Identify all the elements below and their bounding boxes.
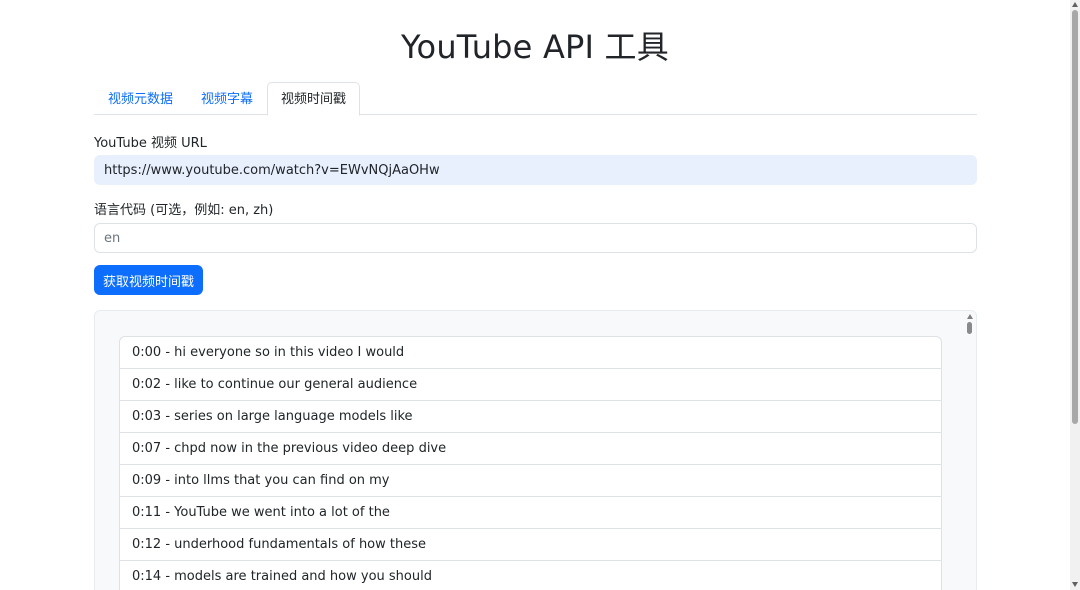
list-item: 0:11 - YouTube we went into a lot of the — [120, 497, 941, 529]
tab-video-timestamps[interactable]: 视频时间戳 — [267, 82, 361, 116]
page-scrollbar[interactable] — [1070, 0, 1080, 590]
list-item: 0:03 - series on large language models l… — [120, 401, 941, 433]
results-panel: 0:00 - hi everyone so in this video I wo… — [94, 310, 977, 590]
tab-bar: 视频元数据 视频字幕 视频时间戳 — [94, 82, 977, 116]
get-timestamps-button[interactable]: 获取视频时间戳 — [94, 265, 203, 295]
list-item: 0:14 - models are trained and how you sh… — [120, 561, 941, 590]
list-item: 0:00 - hi everyone so in this video I wo… — [120, 337, 941, 369]
scroll-down-arrow-icon[interactable] — [1072, 582, 1078, 587]
url-input[interactable] — [94, 155, 977, 185]
list-item: 0:09 - into llms that you can find on my — [120, 465, 941, 497]
list-item: 0:07 - chpd now in the previous video de… — [120, 433, 941, 465]
page: YouTube API 工具 视频元数据 视频字幕 视频时间戳 YouTube … — [0, 0, 1080, 590]
results-scrollbar[interactable] — [964, 311, 976, 590]
page-title: YouTube API 工具 — [401, 28, 669, 66]
scroll-up-arrow-icon[interactable] — [1072, 2, 1078, 7]
language-label: 语言代码 (可选，例如: en, zh) — [94, 203, 274, 218]
page-scrollbar-thumb[interactable] — [1072, 10, 1078, 424]
tab-video-metadata[interactable]: 视频元数据 — [94, 82, 187, 115]
language-input[interactable] — [94, 223, 977, 253]
list-item: 0:02 - like to continue our general audi… — [120, 369, 941, 401]
timestamp-list: 0:00 - hi everyone so in this video I wo… — [119, 336, 942, 590]
url-label: YouTube 视频 URL — [94, 136, 207, 151]
results-scrollbar-thumb[interactable] — [967, 322, 972, 334]
scroll-up-arrow-icon[interactable] — [967, 314, 973, 319]
tab-video-subtitles[interactable]: 视频字幕 — [187, 82, 267, 115]
list-item: 0:12 - underhood fundamentals of how the… — [120, 529, 941, 561]
